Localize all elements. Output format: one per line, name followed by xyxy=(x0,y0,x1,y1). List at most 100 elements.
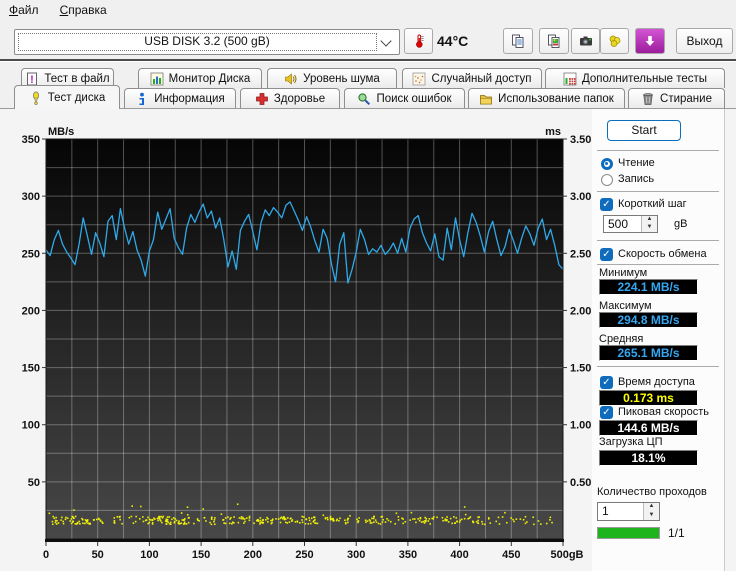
tab-disk-monitor[interactable]: Монитор Диска xyxy=(138,68,262,88)
average-value: 265.1 MB/s xyxy=(599,345,698,361)
svg-text:0: 0 xyxy=(43,549,49,561)
short-step-label: Короткий шаг xyxy=(618,198,687,210)
menu-item-file[interactable]: Файл xyxy=(0,0,48,20)
temperature-button[interactable] xyxy=(404,28,433,54)
svg-text:1.50: 1.50 xyxy=(570,363,591,375)
burst-rate-label: Пиковая скорость xyxy=(618,406,710,418)
radio-write-label: Запись xyxy=(618,173,655,185)
copy-report-icon xyxy=(512,34,524,48)
svg-text:450: 450 xyxy=(502,549,520,561)
tab-label: Использование папок xyxy=(498,92,614,105)
separator xyxy=(597,366,719,367)
tab-error-scan[interactable]: Поиск ошибок xyxy=(344,88,465,108)
stepper-up-button[interactable]: ▲ xyxy=(644,503,659,512)
svg-text:150: 150 xyxy=(22,363,40,375)
random-access-icon xyxy=(413,72,426,85)
svg-text:200: 200 xyxy=(244,549,262,561)
speaker-icon xyxy=(285,72,297,85)
svg-text:2.50: 2.50 xyxy=(570,248,591,260)
tab-label: Уровень шума xyxy=(303,72,380,85)
trash-icon xyxy=(643,92,653,105)
tab-additional-tests[interactable]: Дополнительные тесты xyxy=(545,68,725,88)
camera-icon xyxy=(579,36,592,46)
svg-text:300: 300 xyxy=(347,549,365,561)
svg-text:350: 350 xyxy=(399,549,417,561)
stepper-down-button[interactable]: ▼ xyxy=(642,224,657,232)
svg-text:100: 100 xyxy=(22,420,40,432)
copy-image-button[interactable] xyxy=(539,28,569,54)
chevron-down-icon xyxy=(380,35,392,47)
tab-folder-usage[interactable]: Использование папок xyxy=(468,88,625,108)
screenshot-button[interactable] xyxy=(571,28,600,54)
short-step-checkbox[interactable]: ✓ xyxy=(600,198,613,211)
cpu-load-label: Загрузка ЦП xyxy=(599,436,663,448)
separator xyxy=(597,240,719,241)
burst-rate-checkbox[interactable]: ✓ xyxy=(600,406,613,419)
svg-text:3.00: 3.00 xyxy=(570,191,591,203)
start-button[interactable]: Start xyxy=(607,120,681,141)
device-select[interactable]: USB DISK 3.2 (500 gB) xyxy=(14,29,400,55)
folder-icon xyxy=(480,94,493,104)
separator xyxy=(597,150,719,151)
temperature-label: 44°C xyxy=(437,33,469,49)
svg-text:350: 350 xyxy=(22,134,40,146)
tab-label: Случайный доступ xyxy=(431,72,532,85)
svg-text:50: 50 xyxy=(92,549,104,561)
menu-bar: Файл Справка xyxy=(0,0,736,20)
burst-rate-value: 144.6 MB/s xyxy=(599,420,698,436)
svg-text:500gB: 500gB xyxy=(550,549,583,561)
pass-progress-fill xyxy=(598,528,659,538)
tab-label: Дополнительные тесты xyxy=(581,72,708,85)
radio-write[interactable] xyxy=(601,174,613,186)
tab-label: Стирание xyxy=(660,92,712,105)
radio-read[interactable] xyxy=(601,158,613,170)
svg-text:0.50: 0.50 xyxy=(570,477,591,489)
thermometer-icon xyxy=(415,34,423,48)
svg-text:100: 100 xyxy=(140,549,158,561)
exclamation-icon xyxy=(32,91,39,105)
separator xyxy=(597,264,719,265)
grid-lines xyxy=(46,139,563,539)
extra-tests-icon xyxy=(563,72,577,85)
tab-label: Здоровье xyxy=(273,92,326,105)
short-step-stepper[interactable]: 500 ▲ ▼ xyxy=(603,215,658,233)
access-time-value: 0.173 ms xyxy=(599,390,698,406)
access-time-checkbox[interactable]: ✓ xyxy=(600,376,613,389)
tab-random-access[interactable]: Случайный доступ xyxy=(402,68,542,88)
tab-label: Тест диска xyxy=(47,91,106,104)
cpu-load-value: 18.1% xyxy=(599,450,698,466)
donate-button[interactable] xyxy=(600,28,629,54)
svg-text:250: 250 xyxy=(295,549,313,561)
combo-focus-rect xyxy=(18,33,377,51)
stepper-up-button[interactable]: ▲ xyxy=(642,216,657,224)
tab-noise-level[interactable]: Уровень шума xyxy=(267,68,397,88)
stepper-down-button[interactable]: ▼ xyxy=(644,511,659,520)
pass-count-stepper[interactable]: 1 ▲ ▼ xyxy=(597,502,660,521)
tab-information[interactable]: Информация xyxy=(124,88,236,108)
tab-health[interactable]: Здоровье xyxy=(240,88,340,108)
search-icon xyxy=(358,92,371,105)
transfer-rate-checkbox[interactable]: ✓ xyxy=(600,248,613,261)
health-cross-icon xyxy=(255,92,268,105)
pass-count-label: Количество проходов xyxy=(597,486,707,498)
tab-erase[interactable]: Стирание xyxy=(628,88,725,108)
pass-progress-label: 1/1 xyxy=(668,526,685,540)
short-step-value: 500 xyxy=(608,217,629,231)
x-axis-line xyxy=(45,539,564,542)
download-button[interactable] xyxy=(635,28,665,54)
menu-item-help[interactable]: Справка xyxy=(51,0,116,20)
pass-count-value: 1 xyxy=(602,504,609,518)
radio-read-label: Чтение xyxy=(618,157,655,169)
svg-text:3.50: 3.50 xyxy=(570,134,591,146)
info-icon xyxy=(139,92,145,105)
svg-text:150: 150 xyxy=(192,549,210,561)
svg-text:2.00: 2.00 xyxy=(570,305,591,317)
tab-label: Поиск ошибок xyxy=(376,92,452,105)
maximum-value: 294.8 MB/s xyxy=(599,312,698,328)
tab-disk-test-active[interactable]: Тест диска xyxy=(14,85,120,109)
copy-report-button[interactable] xyxy=(503,28,533,54)
exit-button[interactable]: Выход xyxy=(676,28,733,54)
tab-label: Информация xyxy=(154,92,225,105)
speed-chart: 350 3.50 300 3.00 250 2.50 200 2.00 150 1.50 100 1.… xyxy=(22,126,592,561)
transfer-rate-label: Скорость обмена xyxy=(618,248,707,260)
